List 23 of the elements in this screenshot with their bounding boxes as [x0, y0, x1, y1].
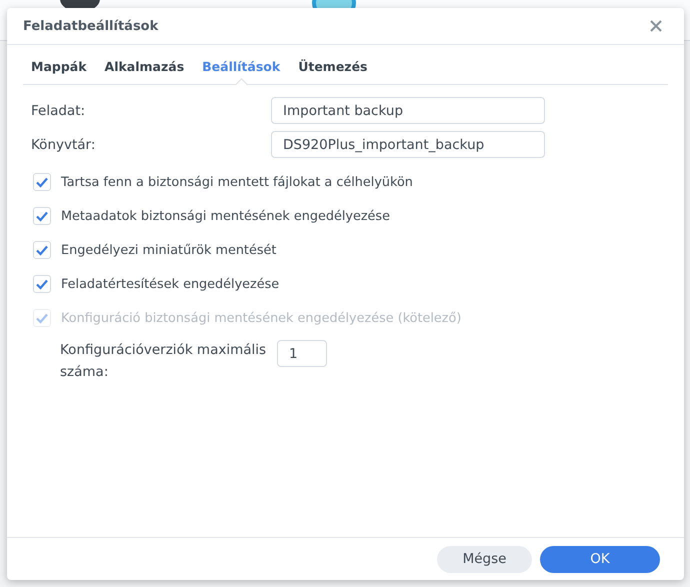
- input-field[interactable]: 1: [277, 340, 327, 367]
- field-label: Könyvtár:: [31, 136, 96, 152]
- checkbox-label: Engedélyezi miniatűrök mentését: [61, 242, 276, 258]
- tab[interactable]: Beállítások: [194, 59, 288, 84]
- tab[interactable]: Alkalmazás: [96, 59, 192, 84]
- field-label: Konfigurációverziók maximális száma:: [60, 341, 268, 382]
- cancel-button[interactable]: Mégse: [437, 546, 532, 572]
- checkbox[interactable]: [33, 173, 51, 191]
- checkbox[interactable]: [33, 241, 51, 259]
- checkbox-label: Tartsa fenn a biztonsági mentett fájlokat a célhelyükön: [61, 174, 413, 190]
- checkbox[interactable]: [33, 207, 51, 225]
- checkbox-label: Feladatértesítések engedélyezése: [61, 276, 280, 292]
- field-label: Feladat:: [31, 102, 86, 118]
- checkbox-label: Metaadatok biztonsági mentésének engedélyezése: [61, 208, 390, 224]
- checkbox[interactable]: [33, 275, 51, 293]
- tab[interactable]: Mappák: [23, 59, 95, 84]
- input-field[interactable]: Important backup: [271, 97, 545, 124]
- tab[interactable]: Ütemezés: [290, 59, 376, 84]
- close-icon[interactable]: [650, 20, 662, 32]
- checkbox-label: Konfiguráció biztonsági mentésének engedélyezése (kötelező): [61, 310, 462, 326]
- ok-button[interactable]: OK: [540, 546, 660, 572]
- window-title: Feladatbeállítások: [23, 18, 158, 34]
- input-field[interactable]: DS920Plus_important_backup: [271, 131, 545, 158]
